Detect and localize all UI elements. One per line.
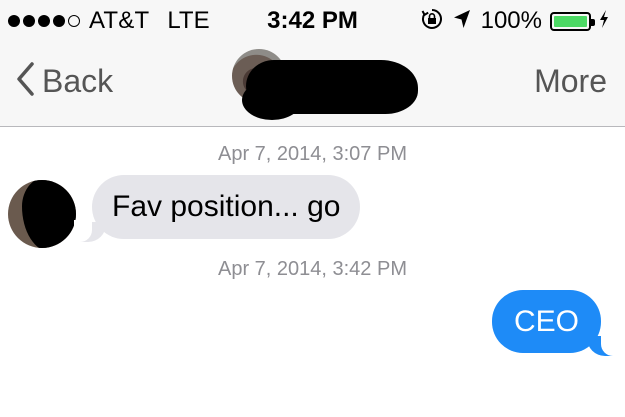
- outgoing-message-text: CEO: [513, 304, 579, 338]
- battery-level-fill: [554, 15, 587, 27]
- back-button[interactable]: Back: [16, 61, 113, 101]
- navigation-bar: Back More: [0, 44, 625, 127]
- status-bar: AT&T LTE 3:42 PM 100%: [0, 0, 625, 44]
- status-right: 100%: [421, 7, 609, 35]
- sender-avatar[interactable]: [8, 180, 76, 248]
- charging-bolt-icon: [599, 9, 609, 33]
- back-button-label: Back: [42, 62, 114, 99]
- chevron-left-icon: [16, 61, 34, 101]
- outgoing-message-bubble[interactable]: CEO: [491, 290, 601, 353]
- message-timestamp: Apr 7, 2014, 3:42 PM: [217, 258, 407, 280]
- more-button[interactable]: More: [534, 61, 607, 101]
- message-timestamp: Apr 7, 2014, 3:07 PM: [217, 143, 407, 165]
- location-arrow-icon: [453, 9, 471, 34]
- battery-icon: [550, 11, 595, 31]
- incoming-message-text: Fav position... go: [112, 190, 341, 223]
- battery-cap: [591, 18, 595, 26]
- redacted-contact-name: [242, 60, 418, 120]
- orientation-lock-icon: [421, 8, 443, 35]
- incoming-message-bubble[interactable]: Fav position... go: [92, 175, 361, 239]
- battery-percent: 100%: [480, 7, 542, 34]
